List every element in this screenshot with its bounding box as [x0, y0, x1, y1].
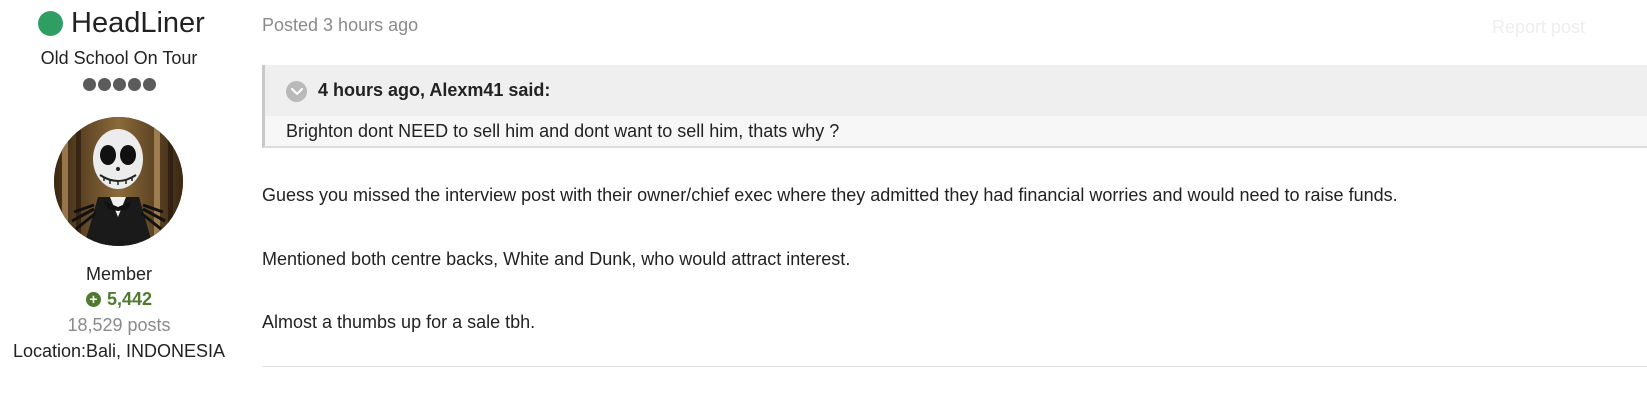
author-name-link[interactable]: HeadLiner	[71, 6, 205, 40]
author-location: Location:Bali, INDONESIA	[12, 341, 226, 361]
forum-post: HeadLiner Old School On Tour Member + 5,…	[0, 0, 1647, 407]
quote-expand-toggle[interactable]	[286, 81, 307, 102]
chevron-down-icon	[290, 87, 303, 95]
rank-pip-icon	[142, 78, 156, 91]
quote-citation[interactable]: 4 hours ago, Alexm41 said:	[318, 80, 550, 101]
rank-pip-icon	[127, 78, 141, 91]
author-name-row: HeadLiner	[38, 6, 205, 40]
author-title: Old School On Tour	[40, 48, 198, 68]
rank-pips	[0, 78, 238, 91]
reputation-badge: + 5,442	[0, 289, 238, 310]
rank-pip-icon	[97, 78, 111, 91]
post-divider	[262, 366, 1647, 367]
quote-text: Brighton dont NEED to sell him and dont …	[286, 121, 840, 141]
online-status-icon	[38, 10, 63, 36]
rank-pip-icon	[112, 78, 126, 91]
avatar-image	[54, 117, 183, 246]
quote-block: 4 hours ago, Alexm41 said: Brighton dont…	[262, 65, 1647, 148]
report-post-link[interactable]: Report post	[1492, 17, 1585, 38]
avatar[interactable]	[54, 117, 183, 246]
post-paragraph: Mentioned both centre backs, White and D…	[262, 249, 851, 269]
post-paragraph: Guess you missed the interview post with…	[262, 185, 1398, 205]
post-paragraph: Almost a thumbs up for a sale tbh.	[262, 312, 536, 332]
member-group: Member	[85, 264, 152, 284]
plus-circle-icon: +	[85, 292, 101, 307]
quote-header: 4 hours ago, Alexm41 said:	[265, 65, 1647, 116]
reputation-value: 5,442	[106, 289, 153, 309]
rank-pip-icon	[82, 78, 96, 91]
post-count: 18,529 posts	[67, 315, 171, 335]
posted-time[interactable]: Posted 3 hours ago	[262, 15, 418, 36]
